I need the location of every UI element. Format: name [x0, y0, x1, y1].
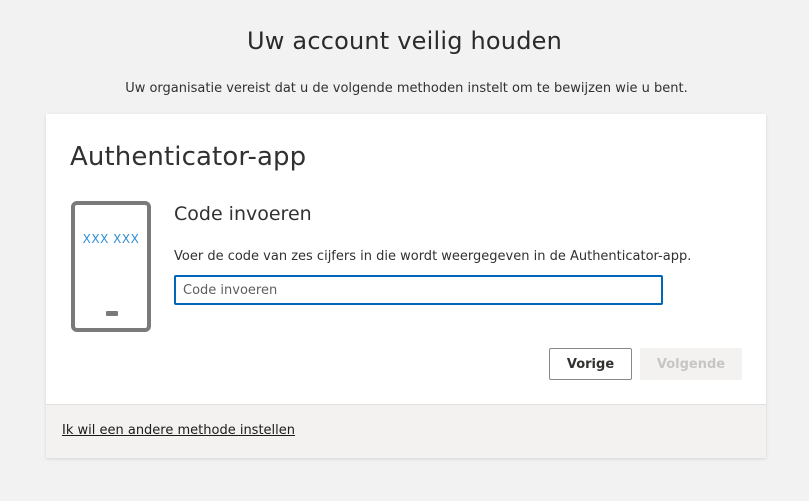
page-subtitle: Uw organisatie vereist dat u de volgende…	[125, 81, 688, 96]
phone-home-button	[106, 311, 118, 316]
card-footer: Ik wil een andere methode instellen	[46, 404, 766, 458]
phone-code-text: XXX XXX	[82, 232, 140, 246]
page-title: Uw account veilig houden	[246, 27, 563, 55]
next-button[interactable]: Volgende	[640, 348, 742, 380]
setup-card: Authenticator-app XXX XXX Code invoeren …	[46, 114, 766, 458]
code-input[interactable]	[174, 275, 663, 305]
other-method-link[interactable]: Ik wil een andere methode instellen	[62, 423, 295, 438]
step-description: Voer de code van zes cijfers in die word…	[174, 249, 692, 264]
back-button[interactable]: Vorige	[549, 348, 632, 380]
step-title: Code invoeren	[174, 203, 312, 225]
phone-icon: XXX XXX	[71, 201, 151, 332]
card-title: Authenticator-app	[70, 142, 307, 172]
